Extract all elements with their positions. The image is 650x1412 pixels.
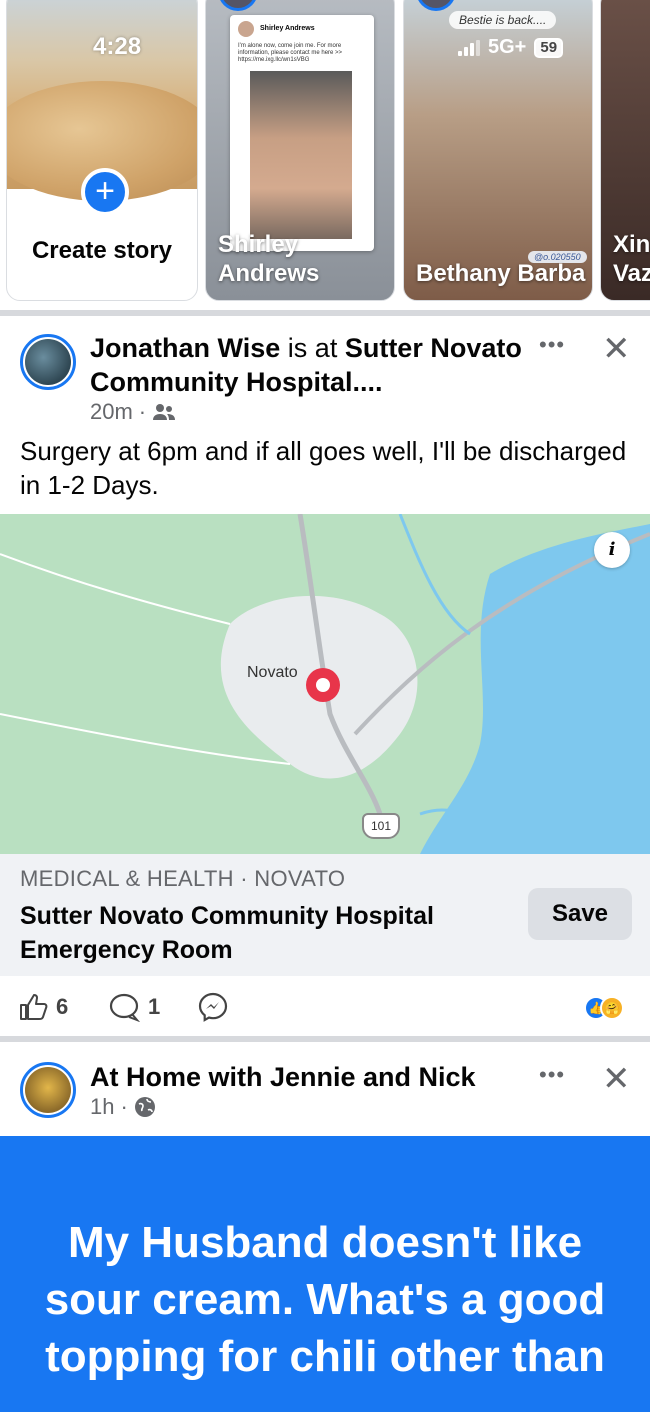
author-name[interactable]: Jonathan Wise	[90, 333, 280, 363]
map-town-label: Novato	[247, 664, 298, 681]
story-preview-photo	[250, 71, 352, 239]
map-pin-icon	[306, 668, 340, 702]
place-name[interactable]: Sutter Novato Community Hospital Emergen…	[20, 899, 450, 967]
save-button[interactable]: Save	[528, 888, 632, 940]
like-count: 6	[56, 994, 69, 1019]
create-story-label: Create story	[31, 237, 173, 264]
location-map[interactable]: 101	[0, 514, 650, 854]
place-card[interactable]: MEDICAL & HEALTH · NOVATO Sutter Novato …	[0, 854, 650, 976]
story-name: Xin Vaz	[613, 231, 650, 287]
place-category: MEDICAL & HEALTH · NOVATO	[20, 866, 346, 891]
plus-icon[interactable]: +	[81, 168, 129, 216]
more-icon[interactable]: •••	[539, 332, 565, 358]
info-icon[interactable]: i	[594, 532, 630, 568]
more-icon[interactable]: •••	[539, 1062, 565, 1088]
story-preview-text: I'm alone now, come join me. For more in…	[238, 43, 343, 63]
text-post-content: My Husband doesn't like sour cream. What…	[44, 1218, 606, 1381]
status-indicators: 5G+ 59	[458, 36, 564, 59]
friends-icon	[153, 404, 176, 420]
highway-shield: 101	[362, 813, 400, 839]
post-actions: 6 1 👍 🤗	[0, 978, 650, 1036]
stories-tray: + Create story Shirley Andrews I'm alone…	[0, 0, 650, 316]
post-meta: 20m ·	[90, 399, 176, 425]
close-icon[interactable]: ✕	[602, 332, 631, 366]
close-icon[interactable]: ✕	[602, 1062, 631, 1096]
story-preview: Shirley Andrews I'm alone now, come join…	[230, 15, 374, 251]
story-name: Shirley Andrews	[218, 231, 320, 287]
share-messenger-button[interactable]	[198, 992, 228, 1022]
text-post-background: My Husband doesn't like sour cream. What…	[0, 1136, 650, 1412]
care-reaction-icon: 🤗	[600, 996, 624, 1020]
story-preview-name: Shirley Andrews	[260, 25, 315, 32]
story-caption: Bestie is back....	[449, 11, 557, 29]
story-card-shirley-andrews[interactable]: Shirley Andrews I'm alone now, come join…	[205, 0, 395, 301]
feed-post: At Home with Jennie and Nick 1h · ••• ✕ …	[0, 1042, 650, 1412]
author-name[interactable]: At Home with Jennie and Nick	[90, 1062, 476, 1092]
meta-separator: ·	[138, 399, 147, 424]
comment-icon	[109, 993, 140, 1022]
messenger-icon	[198, 992, 228, 1022]
post-meta: 1h ·	[90, 1094, 156, 1120]
battery-icon: 59	[534, 37, 564, 58]
create-story-photo	[7, 0, 197, 201]
feed-post: Jonathan Wise is at Sutter Novato Commun…	[0, 316, 650, 1042]
story-name: Bethany Barba	[416, 260, 586, 287]
avatar[interactable]	[20, 334, 76, 390]
post-header: At Home with Jennie and Nick	[90, 1060, 530, 1094]
story-card-xin[interactable]: Xin Vaz	[600, 0, 650, 301]
like-icon	[20, 994, 48, 1020]
post-text: Surgery at 6pm and if all goes well, I'l…	[20, 436, 627, 500]
reaction-summary[interactable]: 👍 🤗	[584, 996, 624, 1020]
story-avatar	[218, 0, 258, 11]
post-header: Jonathan Wise is at Sutter Novato Commun…	[90, 331, 530, 399]
comment-button[interactable]: 1	[108, 992, 160, 1022]
network-label: 5G+	[488, 36, 527, 58]
signal-icon	[458, 39, 480, 56]
post-time[interactable]: 20m	[90, 399, 133, 425]
avatar[interactable]	[20, 1062, 76, 1118]
story-avatar	[416, 0, 456, 11]
post-time[interactable]: 1h	[90, 1094, 114, 1120]
connector-text: is at	[280, 333, 345, 363]
story-preview-avatar	[238, 21, 254, 37]
meta-separator: ·	[120, 1094, 128, 1119]
like-button[interactable]: 6	[18, 992, 68, 1022]
status-time: 4:28	[93, 33, 142, 60]
globe-icon	[134, 1097, 155, 1117]
comment-count: 1	[148, 994, 161, 1019]
